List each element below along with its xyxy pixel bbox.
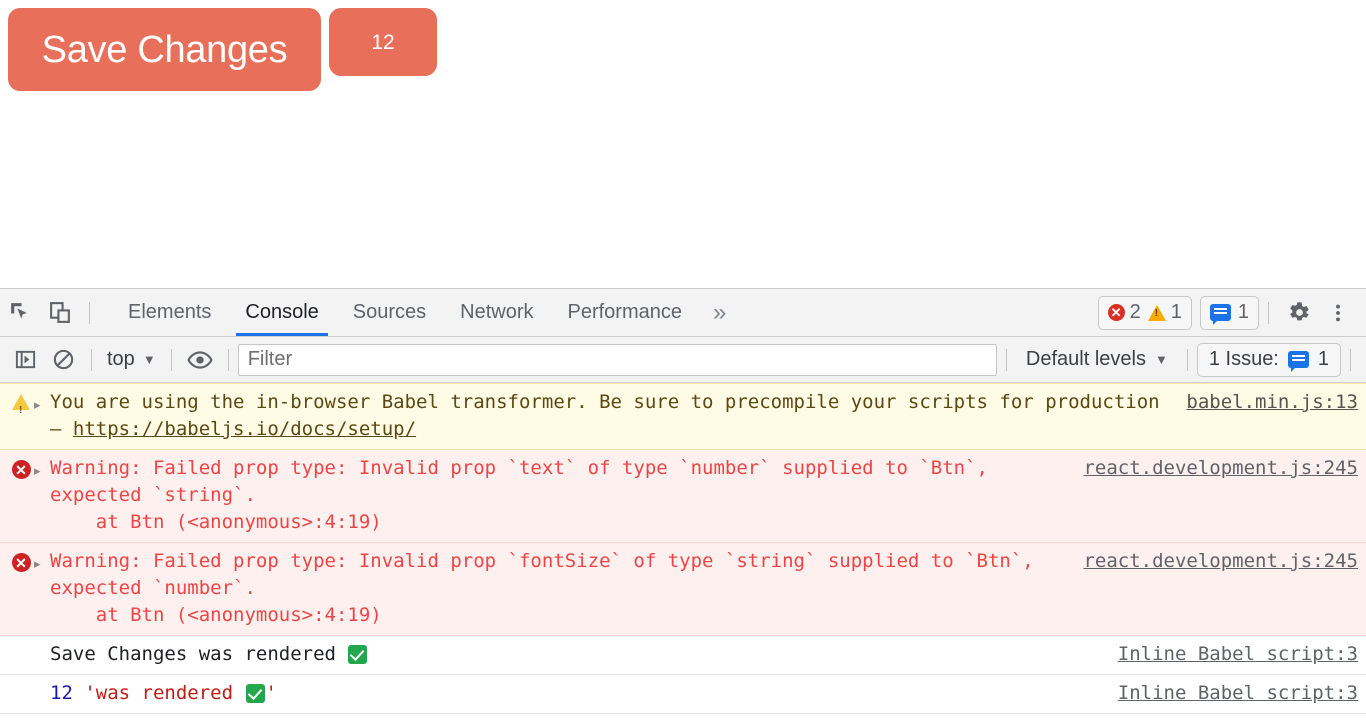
warning-triangle-icon	[12, 394, 30, 424]
device-toolbar-icon[interactable]	[40, 293, 80, 333]
log-levels-selector[interactable]: Default levels ▼	[1016, 348, 1178, 371]
message-level-gutter: ✕	[8, 455, 34, 479]
console-message-log[interactable]: Save Changes was rendered Inline Babel s…	[0, 636, 1366, 675]
message-level-gutter	[8, 389, 34, 424]
execution-context-selector[interactable]: top ▼	[101, 348, 162, 371]
message-source-link[interactable]: babel.min.js:13	[1186, 389, 1358, 416]
kebab-menu-icon[interactable]	[1318, 293, 1358, 333]
number-token: 12	[50, 682, 73, 704]
devtools-tab-list: Elements Console Sources Network Perform…	[111, 289, 740, 336]
error-badge[interactable]: ✕ 2	[1107, 301, 1141, 324]
console-message-error[interactable]: ✕ ▸ Warning: Failed prop type: Invalid p…	[0, 543, 1366, 636]
execution-context-label: top	[107, 348, 135, 370]
error-circle-icon: ✕	[11, 460, 31, 479]
button-row: Save Changes 12	[8, 8, 437, 91]
more-tabs-icon[interactable]: »	[699, 289, 740, 336]
message-text: 12 'was rendered '	[50, 680, 1118, 707]
filterbar-divider-1	[91, 348, 92, 371]
warning-triangle-icon	[1147, 304, 1166, 321]
tab-console[interactable]: Console	[228, 289, 335, 336]
devtools-tabbar: Elements Console Sources Network Perform…	[0, 289, 1366, 337]
issue-count: 1	[1237, 301, 1249, 323]
message-level-gutter	[8, 680, 34, 685]
filterbar-divider-2	[170, 348, 172, 371]
inspect-cursor-icon[interactable]	[0, 293, 40, 333]
error-circle-icon: ✕	[11, 553, 31, 572]
filterbar-divider-4	[1005, 348, 1007, 371]
issue-bubble-icon-filterbar	[1287, 351, 1309, 372]
message-source-link[interactable]: react.development.js:245	[1083, 455, 1358, 482]
console-message-warning[interactable]: ▸ You are using the in-browser Babel tra…	[0, 383, 1366, 450]
log-indent	[34, 680, 50, 683]
log-levels-label: Default levels	[1025, 348, 1146, 370]
console-message-error[interactable]: ✕ ▸ Warning: Failed prop type: Invalid p…	[0, 450, 1366, 543]
error-circle-icon: ✕	[1107, 304, 1125, 321]
check-mark-icon	[245, 684, 265, 703]
message-text: You are using the in-browser Babel trans…	[50, 391, 1172, 440]
filterbar-divider-5	[1186, 348, 1188, 371]
chevron-down-icon-levels: ▼	[1154, 352, 1168, 367]
string-token: 'was rendered	[84, 682, 245, 704]
expand-triangle-icon[interactable]: ▸	[34, 455, 50, 485]
filterbar-divider-3	[227, 348, 229, 371]
console-message-log[interactable]: 12 'was rendered ' Inline Babel script:3	[0, 675, 1366, 714]
message-text: Warning: Failed prop type: Invalid prop …	[50, 550, 1034, 626]
clear-console-icon[interactable]	[44, 343, 82, 377]
error-warning-badge[interactable]: ✕ 2 1	[1097, 295, 1192, 330]
tab-sources[interactable]: Sources	[336, 289, 443, 336]
message-source-link[interactable]: Inline Babel script:3	[1118, 680, 1358, 707]
message-text: Save Changes was rendered	[50, 641, 1118, 668]
issues-badge[interactable]: 1	[1199, 295, 1259, 330]
console-message-list[interactable]: ▸ You are using the in-browser Babel tra…	[0, 383, 1366, 720]
issues-label: 1 Issue:	[1208, 348, 1279, 370]
page-viewport: Save Changes 12	[0, 0, 1366, 288]
console-sidebar-icon[interactable]	[6, 343, 44, 377]
filterbar-divider-6	[1350, 348, 1351, 371]
devtools-panel: Elements Console Sources Network Perform…	[0, 288, 1366, 720]
chevron-down-icon: ▼	[142, 352, 156, 367]
count-button[interactable]: 12	[329, 8, 437, 76]
message-level-gutter: ✕	[8, 548, 34, 572]
message-level-gutter	[8, 641, 34, 646]
save-changes-button[interactable]: Save Changes	[8, 8, 321, 91]
warning-count: 1	[1170, 301, 1182, 323]
expand-triangle-icon[interactable]: ▸	[34, 548, 50, 578]
live-expression-icon[interactable]	[181, 343, 219, 377]
console-filter-bar: top ▼ Default levels ▼ 1 Issue: 1	[0, 337, 1366, 383]
toolbar-divider-right	[1268, 301, 1269, 324]
check-mark-icon	[348, 645, 368, 664]
message-source-link[interactable]: react.development.js:245	[1083, 548, 1358, 575]
message-text: Warning: Failed prop type: Invalid prop …	[50, 457, 988, 533]
tab-performance[interactable]: Performance	[551, 289, 700, 336]
expand-triangle-icon[interactable]: ▸	[34, 389, 50, 419]
warning-badge[interactable]: 1	[1147, 301, 1182, 324]
toolbar-divider	[89, 301, 90, 324]
string-token-end: '	[265, 682, 277, 704]
issues-count-filterbar: 1	[1317, 348, 1329, 370]
tab-network[interactable]: Network	[443, 289, 550, 336]
gear-icon[interactable]	[1278, 293, 1318, 333]
message-source-link[interactable]: Inline Babel script:3	[1118, 641, 1358, 668]
filter-input[interactable]	[237, 343, 997, 376]
log-indent	[34, 641, 50, 644]
tab-elements[interactable]: Elements	[111, 289, 228, 336]
issues-button[interactable]: 1 Issue: 1	[1196, 342, 1341, 377]
inline-link[interactable]: https://babeljs.io/docs/setup/	[73, 418, 416, 440]
error-count: 2	[1129, 301, 1141, 323]
toolbar-right-group: ✕ 2 1 1	[1090, 293, 1366, 333]
issue-bubble-icon	[1209, 304, 1231, 325]
